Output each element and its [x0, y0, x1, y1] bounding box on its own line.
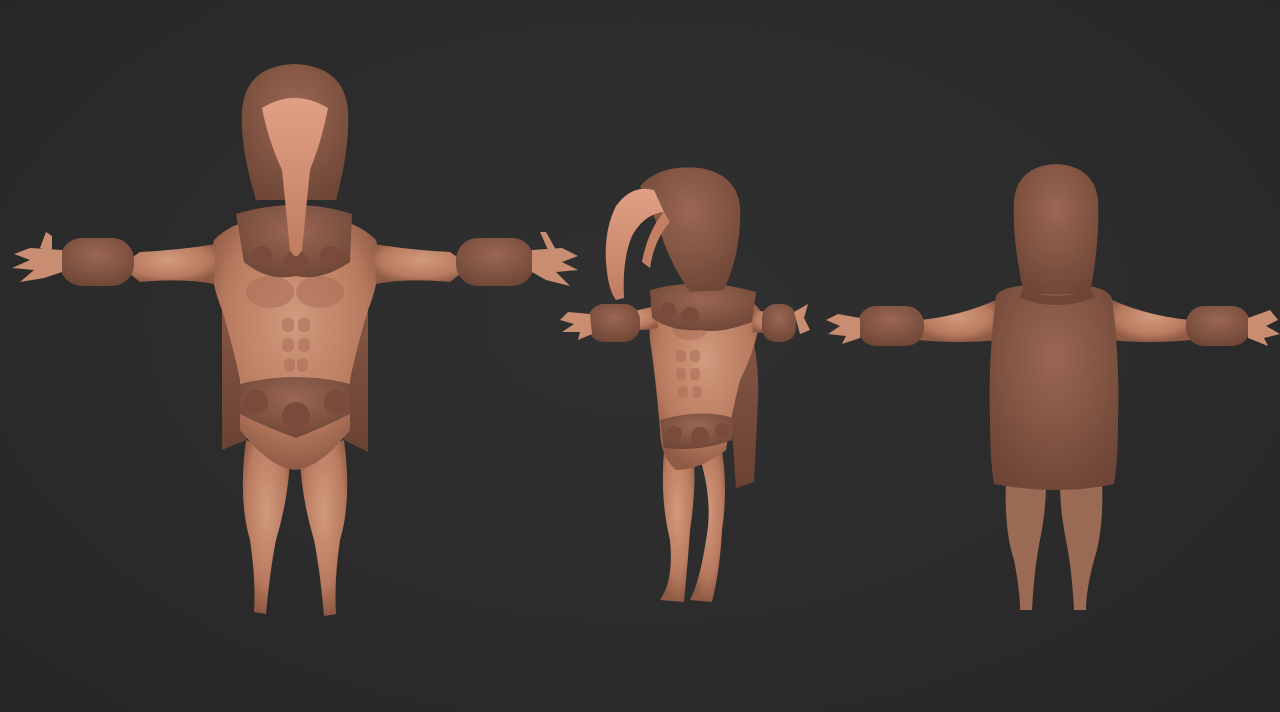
character-turnaround [12, 64, 1280, 616]
figure-back-view [826, 164, 1280, 610]
figure-front-view [12, 64, 578, 616]
figure-three-quarter-view [560, 167, 810, 602]
viewport-canvas [0, 0, 1280, 712]
